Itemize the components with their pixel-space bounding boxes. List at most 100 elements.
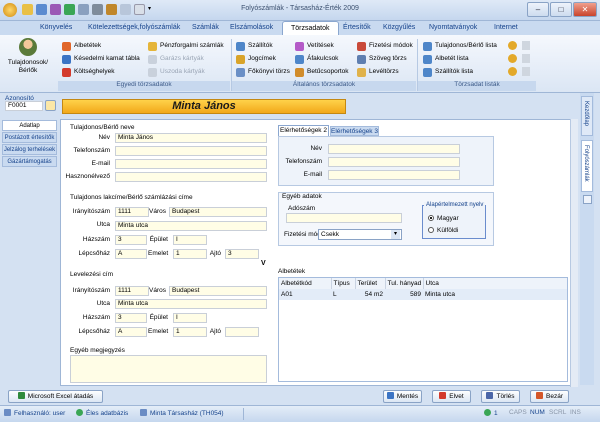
mail-ajto-label: Ajtó bbox=[209, 328, 221, 335]
uszoda-kartyak-button[interactable]: Uszoda kártyák bbox=[148, 66, 205, 78]
right-tabbar bbox=[580, 93, 594, 385]
hazszam-field[interactable]: 3 bbox=[115, 235, 147, 245]
contact-tab-3[interactable]: Elérhetőségek 3 bbox=[330, 126, 379, 136]
contact-tel-field[interactable] bbox=[328, 157, 460, 167]
email-field[interactable] bbox=[115, 159, 267, 169]
nev-field[interactable]: Minta János bbox=[115, 133, 267, 143]
vertical-scrollbar[interactable] bbox=[570, 119, 578, 387]
tulajdonosok-button[interactable]: Tulajdonosok/ Bérlők bbox=[4, 38, 52, 80]
ajto-field[interactable]: 3 bbox=[225, 249, 259, 259]
group-label-altalanos: Általános törzsadatok bbox=[232, 81, 416, 91]
penzforgalmi-button[interactable]: Pénzforgalmi számlák bbox=[148, 40, 224, 52]
tab-szamlak[interactable]: Számlák bbox=[184, 21, 227, 35]
col-albetetkod[interactable]: Albetétkód bbox=[279, 278, 332, 289]
levéltorzs-button[interactable]: Levéltörzs bbox=[357, 66, 399, 78]
kezdolap-label: Kezdőlap bbox=[583, 101, 589, 127]
disabled-icon bbox=[522, 54, 530, 63]
discard-button[interactable]: Elvet bbox=[432, 390, 471, 403]
col-utca[interactable]: Utca bbox=[423, 278, 567, 289]
language-group-title: Alapértelmezett nyelv bbox=[424, 202, 486, 208]
mail-lepcso-field[interactable]: A bbox=[115, 327, 147, 337]
tab-konyveles[interactable]: Könyvelés bbox=[32, 21, 80, 35]
trash-icon bbox=[486, 392, 494, 399]
tulajdonos-lista-button[interactable]: Tulajdonos/Bérlő lista bbox=[423, 40, 497, 52]
coin-icon[interactable] bbox=[508, 67, 517, 76]
tab-internet[interactable]: Internet bbox=[486, 21, 526, 35]
notes-field[interactable] bbox=[70, 355, 267, 383]
expand-marker[interactable]: V bbox=[261, 260, 266, 267]
radio-magyar[interactable]: Magyar bbox=[428, 215, 459, 222]
mail-hazszam-field[interactable]: 3 bbox=[115, 313, 147, 323]
epulet-field[interactable]: I bbox=[173, 235, 207, 245]
fokonyvi-torzs-button[interactable]: Főkönyvi törzs bbox=[236, 66, 290, 78]
tab-kotelezettsegek[interactable]: Kötelezettségek,folyószámlák bbox=[80, 21, 188, 35]
fizmod-select[interactable]: Csekk ▾ bbox=[318, 229, 402, 240]
mail-irsz-field[interactable]: 1111 bbox=[115, 286, 149, 296]
jogcimek-button[interactable]: Jogcímek bbox=[236, 53, 276, 65]
close-form-button[interactable]: Bezár bbox=[530, 390, 569, 403]
excel-export-button[interactable]: Microsoft Excel átadás bbox=[8, 390, 103, 403]
kesedelmi-kamat-button[interactable]: Késedelmi kamat tábla bbox=[62, 53, 140, 65]
adoszam-field[interactable] bbox=[286, 213, 402, 223]
mail-utca-field[interactable]: Minta utca bbox=[115, 299, 267, 309]
utca-field[interactable]: Minta utca bbox=[115, 221, 267, 231]
mail-varos-field[interactable]: Budapest bbox=[169, 286, 267, 296]
mail-ajto-field[interactable] bbox=[225, 327, 259, 337]
emelet-field[interactable]: 1 bbox=[173, 249, 207, 259]
tab-nyomtatvanyok[interactable]: Nyomtatványok bbox=[421, 21, 485, 35]
delete-button[interactable]: Törlés bbox=[481, 390, 520, 403]
ribbon: Tulajdonosok/ Bérlők Albetétek Késedelmi… bbox=[0, 35, 600, 93]
tab-elszamolasok[interactable]: Elszámolások bbox=[222, 21, 281, 35]
minimize-button[interactable]: – bbox=[527, 2, 549, 17]
close-button[interactable]: ✕ bbox=[573, 2, 597, 17]
varos-field[interactable]: Budapest bbox=[169, 207, 267, 217]
mail-epulet-field[interactable]: I bbox=[173, 313, 207, 323]
azonosito-input[interactable]: F0001 bbox=[5, 101, 43, 111]
coin-icon[interactable] bbox=[508, 41, 517, 50]
mail-emelet-field[interactable]: 1 bbox=[173, 327, 207, 337]
fizetesi-modok-button[interactable]: Fizetési módok bbox=[357, 40, 413, 52]
tab-ertesitok[interactable]: Értesítők bbox=[335, 21, 379, 35]
albetet-lista-button[interactable]: Albetét lista bbox=[423, 53, 469, 65]
koltseghelyek-button[interactable]: Költséghelyek bbox=[62, 66, 114, 78]
szoveg-torzs-button[interactable]: Szöveg törzs bbox=[357, 53, 407, 65]
coin-icon[interactable] bbox=[508, 54, 517, 63]
table-row[interactable]: A01 L 54 m2 589 Minta utca bbox=[279, 289, 567, 300]
szallitok-lista-button[interactable]: Szállítók lista bbox=[423, 66, 473, 78]
tab-kezdolap[interactable]: Kezdőlap bbox=[581, 96, 593, 136]
contact-email-field[interactable] bbox=[328, 170, 460, 180]
col-tul-hanyad[interactable]: Tul. hányad bbox=[385, 278, 424, 289]
lepcso-field[interactable]: A bbox=[115, 249, 147, 259]
haszon-field[interactable] bbox=[115, 172, 267, 182]
contact-nev-field[interactable] bbox=[328, 144, 460, 154]
nav-postazott[interactable]: Postázott értesítők bbox=[2, 132, 57, 143]
tab-torzsadatok[interactable]: Törzsadatok bbox=[282, 21, 339, 35]
status-ins: INS bbox=[570, 409, 581, 416]
nav-gaztamogatas[interactable]: Gázártámogatás bbox=[2, 156, 57, 167]
tab-folyoszamlak[interactable]: Folyószámlák bbox=[581, 140, 593, 192]
nav-adatlap[interactable]: Adatlap bbox=[2, 120, 57, 131]
radio-kulfoldi[interactable]: Külföldi bbox=[428, 227, 458, 234]
delete-label: Törlés bbox=[496, 393, 515, 400]
szallitok-button[interactable]: Szállítók bbox=[236, 40, 273, 52]
garazs-kartyak-button[interactable]: Garázs kártyák bbox=[148, 53, 204, 65]
col-terulet[interactable]: Terület bbox=[355, 278, 386, 289]
betucsoportok-button[interactable]: Betűcsoportok bbox=[295, 66, 349, 78]
maximize-button[interactable]: □ bbox=[550, 2, 572, 17]
tab-kozgyules[interactable]: Közgyűlés bbox=[375, 21, 423, 35]
save-button[interactable]: Mentés bbox=[383, 390, 422, 403]
col-tipus[interactable]: Típus bbox=[331, 278, 356, 289]
afakulcsok-button[interactable]: Áfakulcsok bbox=[295, 53, 338, 65]
lookup-button[interactable] bbox=[45, 100, 56, 111]
disabled-icon bbox=[522, 67, 530, 76]
vetitesek-button[interactable]: Vetítések bbox=[295, 40, 334, 52]
pin-icon[interactable] bbox=[583, 195, 592, 204]
irsz-field[interactable]: 1111 bbox=[115, 207, 149, 217]
user-icon bbox=[4, 409, 11, 416]
albetetek-button[interactable]: Albetétek bbox=[62, 40, 101, 52]
telefon-field[interactable] bbox=[115, 146, 267, 156]
contact-tab-2[interactable]: Elérhetőségek 2 bbox=[278, 125, 329, 136]
nav-jelzalog[interactable]: Jelzálog terhelések bbox=[2, 144, 57, 155]
card-icon bbox=[148, 55, 157, 64]
status-caps: CAPS bbox=[509, 409, 527, 416]
